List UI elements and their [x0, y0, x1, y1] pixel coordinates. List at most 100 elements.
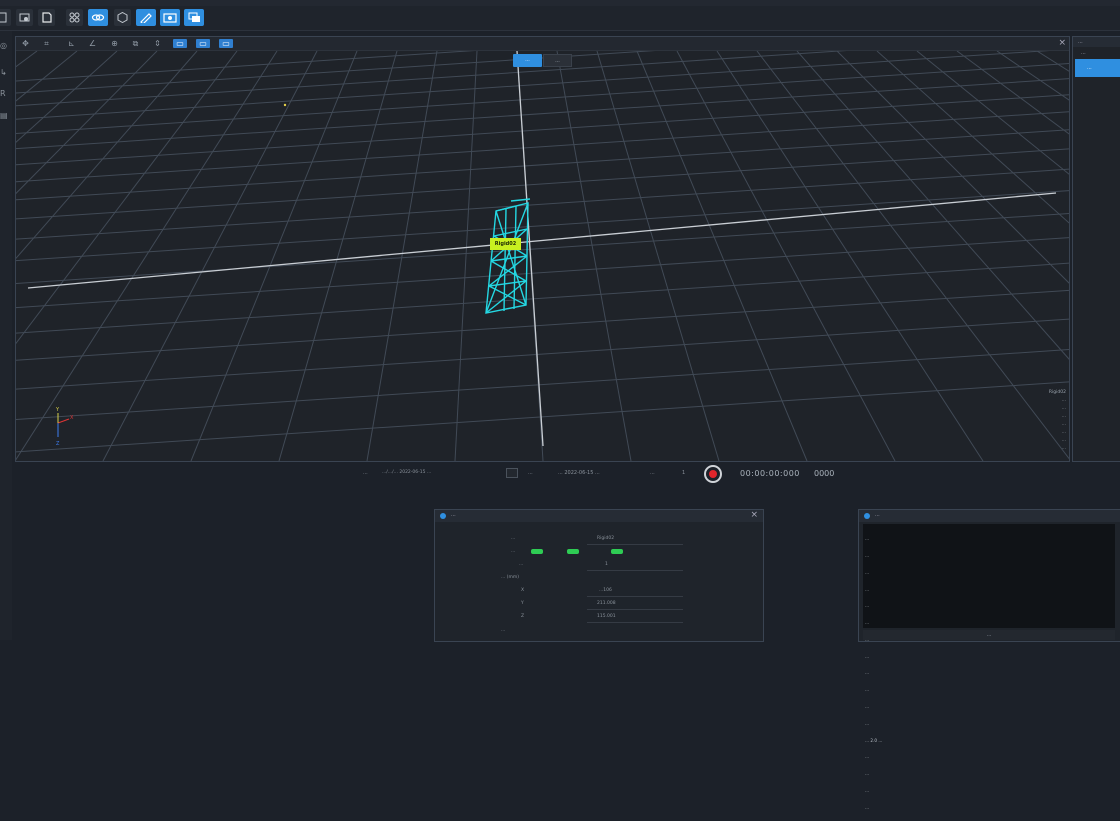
hexagon-icon — [117, 12, 128, 23]
toggle-switch[interactable] — [611, 549, 623, 554]
view-top-button[interactable]: ▭ — [219, 39, 233, 48]
log-lines: ... ... ... ... ... ... ... ... ... ... … — [865, 525, 882, 821]
link-button[interactable] — [88, 9, 108, 26]
tower-wireframe — [485, 198, 531, 314]
time-value: ... 2022-06-15 ... — [558, 470, 600, 476]
camera-button[interactable] — [160, 9, 180, 26]
viewport-panel: ✥ ⌗ ⊾ ∠ ⊕ ⧉ ⇕ ▭ ▭ ▭ × Y X Z ... ... Rigi… — [15, 36, 1070, 462]
save-icon — [42, 12, 52, 23]
grid-line — [636, 51, 808, 461]
settings-icon — [440, 513, 446, 519]
axis-label-x: X — [70, 415, 74, 421]
asset-panel-header: ... — [1073, 37, 1120, 47]
camera-icon — [163, 13, 177, 23]
grid-line — [16, 168, 1069, 240]
log-line: ... — [865, 787, 869, 793]
coord-label-x: X — [521, 588, 525, 593]
layers-icon — [188, 12, 200, 22]
record-icon — [709, 470, 717, 478]
view-mode-2d-button[interactable]: ... — [543, 54, 572, 67]
image-icon[interactable]: ▤ — [0, 111, 9, 120]
stats-line: ... — [1061, 446, 1066, 451]
grid-view-button[interactable] — [66, 9, 83, 26]
grid-line — [16, 51, 278, 461]
edit-icon — [140, 13, 152, 23]
rate-label: ... — [650, 470, 655, 476]
stats-line: ... — [1061, 414, 1066, 419]
time-label: ... — [528, 470, 533, 476]
move-icon[interactable]: ✥ — [21, 39, 30, 48]
close-icon[interactable]: × — [750, 510, 758, 520]
grid-line — [556, 51, 632, 461]
field-underline — [587, 544, 683, 545]
grid-line — [16, 51, 118, 143]
view-mode-3d-button[interactable]: ... — [513, 54, 542, 67]
view-side-button[interactable]: ▭ — [196, 39, 210, 48]
main-toolbar — [0, 6, 1120, 31]
field-value-name[interactable]: Rigid02 — [597, 536, 614, 541]
new-file-button[interactable] — [0, 9, 11, 26]
clear-log-button[interactable]: ... — [863, 630, 1115, 640]
toggle-switch[interactable] — [567, 549, 579, 554]
field-value[interactable]: 1 — [605, 562, 608, 567]
coord-value-z[interactable]: 115.001 — [597, 614, 616, 619]
toggle-switch[interactable] — [531, 549, 543, 554]
field-underline — [587, 622, 683, 623]
grid-line — [716, 51, 984, 461]
close-icon[interactable]: × — [1058, 38, 1066, 48]
asset-list-item-selected[interactable]: ... — [1075, 59, 1120, 77]
log-output[interactable] — [863, 524, 1115, 628]
measure-icon[interactable]: ⊾ — [67, 39, 76, 48]
coord-value-y[interactable]: 211.008 — [597, 601, 616, 606]
ruler-icon[interactable]: R — [0, 89, 9, 98]
path-label: ... — [363, 470, 368, 476]
log-line: ... — [865, 603, 869, 609]
hexagon-button[interactable] — [114, 9, 131, 26]
log-line: ... — [865, 670, 869, 676]
view-front-button[interactable]: ▭ — [173, 39, 187, 48]
grid-line — [596, 51, 720, 461]
dialog-title: ... — [451, 512, 456, 518]
field-underline — [587, 596, 683, 597]
save-button[interactable] — [38, 9, 55, 26]
link-icon — [91, 14, 105, 21]
playback-bar: ... .../.../... 2022-06-15 ... ... ... 2… — [0, 462, 1068, 486]
timecode: 00:00:00:000 — [740, 469, 800, 478]
properties-dialog: ... × ... Rigid02 ... ... 1 ... (mm) X .… — [434, 509, 764, 642]
grid-line — [16, 51, 38, 68]
3d-scene[interactable]: Y X Z — [16, 51, 1069, 461]
stats-line: ... — [1061, 422, 1066, 427]
grid-line — [16, 51, 78, 102]
log-line: ... — [865, 620, 869, 626]
select-icon[interactable]: ⌗ — [42, 39, 51, 48]
pivot-icon[interactable]: ⊕ — [110, 39, 119, 48]
log-line: ... — [865, 687, 869, 693]
log-line: ... — [865, 720, 869, 726]
copy-icon[interactable]: ⧉ — [131, 39, 140, 48]
new-file-icon — [0, 12, 7, 23]
coord-label-z: Z — [521, 614, 525, 619]
layers-button[interactable] — [184, 9, 204, 26]
scene-stats: Rigid02 ... ... ... ... ... ... ... — [1006, 389, 1066, 453]
edit-button[interactable] — [136, 9, 156, 26]
pointer-icon[interactable]: ↳ — [0, 68, 9, 77]
section-label: ... (mm) — [501, 575, 519, 580]
grid-line — [16, 111, 1069, 183]
open-folder-icon — [19, 13, 30, 22]
grid-line — [16, 62, 1069, 134]
grid-line — [16, 78, 1069, 150]
rigid-body-label: Rigid02 — [490, 238, 521, 250]
pan-icon[interactable]: ⇕ — [153, 39, 162, 48]
rotate-icon[interactable]: ∠ — [88, 39, 97, 48]
stats-line: ... — [1061, 398, 1066, 403]
asset-panel: ... ... ... — [1072, 36, 1120, 462]
log-line: ... — [865, 804, 869, 810]
log-line: ... — [865, 586, 869, 592]
log-panel: ... ... ... ... ... ... ... ... ... ... … — [858, 509, 1120, 810]
log-line: ... — [865, 536, 869, 542]
coord-value-x[interactable]: ...106 — [599, 588, 612, 593]
open-folder-button[interactable] — [16, 9, 33, 26]
browse-path-button[interactable] — [506, 468, 518, 478]
log-header: ... — [859, 510, 1120, 522]
target-icon[interactable]: ◎ — [0, 41, 9, 50]
